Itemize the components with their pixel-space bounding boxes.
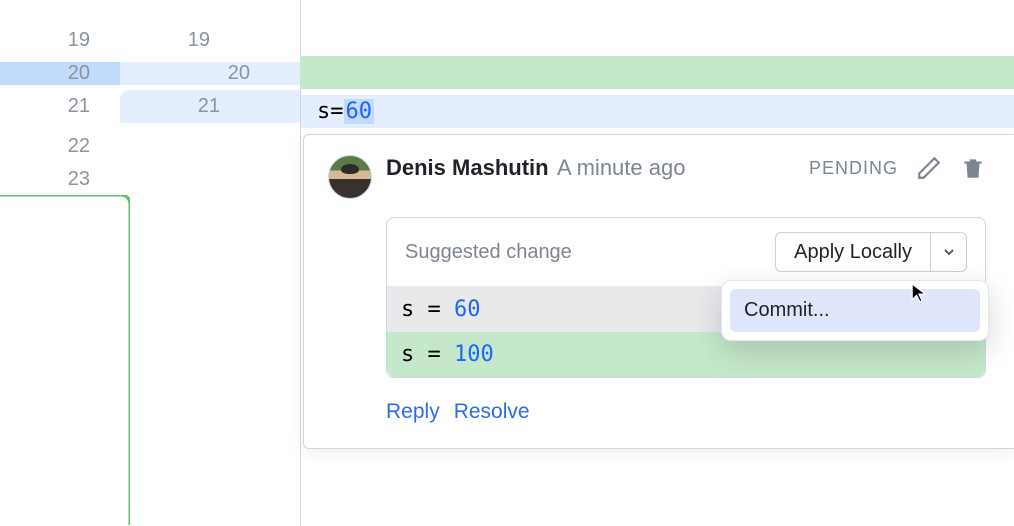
reply-button[interactable]: Reply xyxy=(386,396,440,428)
gutter-row: 20 20 xyxy=(0,57,300,90)
suggested-change-box: Suggested change Apply Locally s = 60 s … xyxy=(386,217,986,378)
gutter-row: 21 xyxy=(120,90,300,123)
code-var: s xyxy=(401,342,414,367)
code-number: 60 xyxy=(454,297,481,322)
line-number-right: 19 xyxy=(120,29,240,52)
apply-locally-button[interactable]: Apply Locally xyxy=(775,232,967,272)
added-line-highlight xyxy=(300,56,1014,89)
line-number-right: 20 xyxy=(120,62,300,85)
code-op: = xyxy=(330,99,343,124)
code-line[interactable]: s = 60 xyxy=(300,95,1014,128)
resolve-button[interactable]: Resolve xyxy=(454,396,530,428)
chevron-down-icon[interactable] xyxy=(930,233,966,271)
status-badge: PENDING xyxy=(809,158,898,179)
code-var: s xyxy=(317,99,330,124)
gutter-row: 23 xyxy=(0,163,300,196)
suggested-change-header: Suggested change Apply Locally xyxy=(387,218,985,287)
line-number-left: 19 xyxy=(0,29,120,52)
suggested-change-label: Suggested change xyxy=(405,241,572,264)
comment-footer-actions: Reply Resolve xyxy=(386,396,986,428)
code-number: 100 xyxy=(454,342,494,367)
edit-icon[interactable] xyxy=(916,155,942,181)
gutter-row: 22 xyxy=(0,130,300,163)
avatar[interactable] xyxy=(328,155,372,199)
comment-author: Denis Mashutin xyxy=(386,155,549,180)
apply-locally-label: Apply Locally xyxy=(776,241,930,264)
line-number-left: 20 xyxy=(0,62,120,85)
comment-header-actions: PENDING xyxy=(809,155,986,181)
code-op: = xyxy=(414,297,454,322)
comment-header: Denis Mashutin A minute ago PENDING xyxy=(328,155,986,199)
gutter-below: 22 23 xyxy=(0,130,300,196)
line-number-right: 21 xyxy=(150,95,270,118)
code-op: = xyxy=(414,342,454,367)
line-number-left-21-wrap: 21 xyxy=(0,90,120,123)
dropdown-item-commit[interactable]: Commit... xyxy=(730,289,980,332)
line-number-left: 23 xyxy=(0,168,120,191)
author-block: Denis Mashutin A minute ago xyxy=(386,155,795,181)
line-number-left: 22 xyxy=(0,135,120,158)
code-number: 60 xyxy=(346,99,373,124)
gutter-row: 19 19 xyxy=(0,24,300,57)
apply-dropdown: Commit... xyxy=(721,280,989,341)
diff-connector-line xyxy=(0,195,130,525)
code-var: s xyxy=(401,297,414,322)
cursor-icon xyxy=(910,282,932,304)
comment-timestamp: A minute ago xyxy=(557,155,685,180)
line-number-left: 21 xyxy=(0,90,120,123)
comment-card: Denis Mashutin A minute ago PENDING Sugg… xyxy=(303,134,1014,449)
trash-icon[interactable] xyxy=(960,155,986,181)
